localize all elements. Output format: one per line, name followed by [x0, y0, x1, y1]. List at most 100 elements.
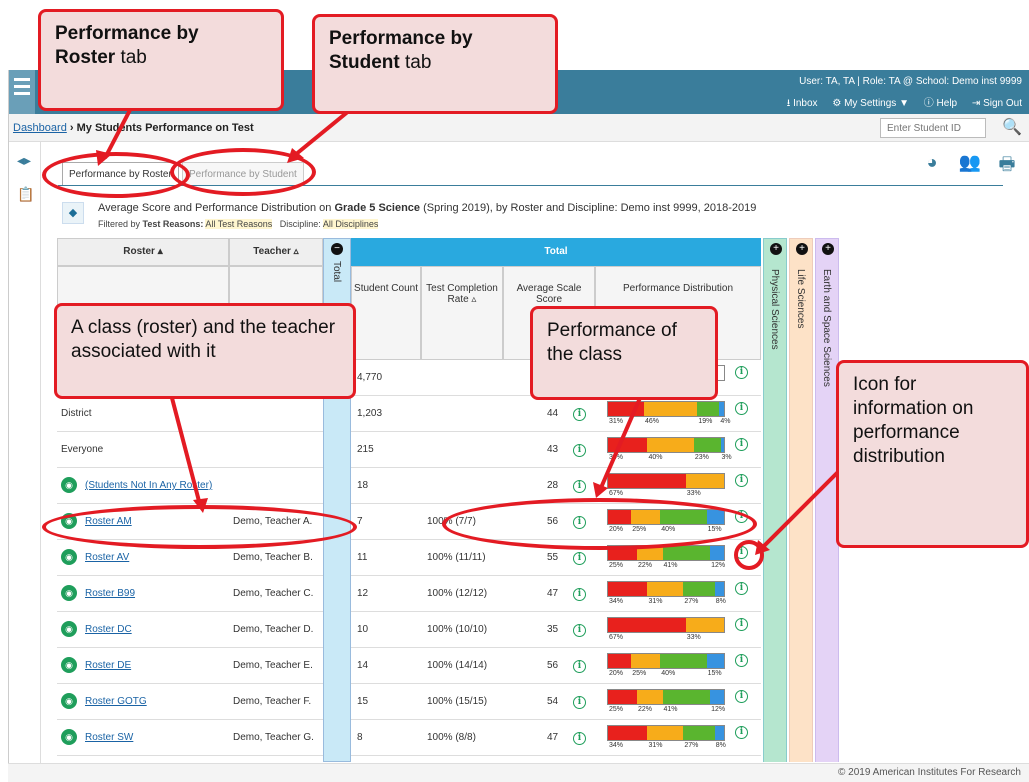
- student-count-header[interactable]: Student Count: [351, 266, 421, 360]
- distribution-bar[interactable]: [607, 689, 725, 705]
- roster-report-icon[interactable]: ◉: [61, 657, 77, 674]
- avg-info-icon[interactable]: i: [573, 624, 586, 637]
- expand-collapse-icon[interactable]: ◂▸: [17, 152, 31, 169]
- student-count-cell: 11: [351, 540, 421, 576]
- avg-info-icon[interactable]: i: [573, 696, 586, 709]
- distribution-label: 41%: [663, 706, 678, 713]
- completion-cell: 100% (11/11): [421, 540, 503, 576]
- completion-header[interactable]: Test Completion Rate ▵: [421, 266, 503, 360]
- print-icon[interactable]: 🖶: [993, 152, 1021, 178]
- distribution-label: 34%: [609, 454, 624, 461]
- distribution-segment: [647, 582, 684, 596]
- avg-info-icon[interactable]: i: [573, 588, 586, 601]
- distribution-segment: [706, 654, 724, 668]
- student-count-cell: 14: [351, 648, 421, 684]
- avg-score-cell: 56 i: [503, 648, 595, 684]
- band-physical-sciences[interactable]: + Physical Sciences: [763, 238, 787, 762]
- expand-life-icon[interactable]: +: [796, 243, 808, 255]
- roster-report-icon[interactable]: ◉: [61, 477, 77, 494]
- avg-info-icon[interactable]: i: [573, 552, 586, 565]
- distribution-bar[interactable]: [607, 437, 725, 453]
- distribution-info-icon[interactable]: i: [735, 402, 748, 415]
- teacher-cell: [229, 468, 323, 504]
- sign-out-link[interactable]: ⇥ Sign Out: [972, 98, 1022, 109]
- roster-cell[interactable]: ◉ (Students Not In Any Roster): [57, 468, 229, 504]
- roster-cell[interactable]: ◉ Roster DC: [57, 612, 229, 648]
- roster-report-icon[interactable]: ◉: [61, 585, 77, 602]
- distribution-info-icon[interactable]: i: [735, 366, 748, 379]
- distribution-label: 33%: [686, 490, 701, 497]
- roster-cell[interactable]: ◉ Roster DE: [57, 648, 229, 684]
- student-count-cell: 215: [351, 432, 421, 468]
- distribution-cell: 31% 46% 19% 4% i: [595, 396, 761, 432]
- avg-score-cell: 54 i: [503, 684, 595, 720]
- distribution-info-icon[interactable]: i: [735, 438, 748, 451]
- settings-link[interactable]: ⚙ My Settings ▼: [832, 98, 909, 109]
- roster-header[interactable]: Roster ▴: [57, 238, 229, 266]
- distribution-info-icon[interactable]: i: [735, 582, 748, 595]
- completion-cell: [421, 396, 503, 432]
- student-tab-highlight: [170, 148, 316, 196]
- distribution-segment: [647, 438, 694, 452]
- distribution-segment: [719, 402, 724, 416]
- callout-performance: Performance of the class: [530, 306, 718, 400]
- search-icon[interactable]: 🔍: [1002, 117, 1022, 137]
- distribution-label: 8%: [715, 742, 726, 749]
- roster-report-icon[interactable]: ◉: [61, 729, 77, 746]
- distribution-segment: [697, 402, 720, 416]
- total-group-header: Total: [351, 238, 761, 266]
- roster-cell[interactable]: ◉ Roster GOTG: [57, 684, 229, 720]
- performance-highlight: [442, 498, 757, 550]
- distribution-info-icon[interactable]: i: [735, 654, 748, 667]
- distribution-segment: [660, 654, 707, 668]
- roster-cell: Everyone: [57, 432, 229, 468]
- pie-chart-icon[interactable]: ◕: [918, 152, 946, 178]
- student-count-cell: 18: [351, 468, 421, 504]
- avg-info-icon[interactable]: i: [573, 408, 586, 421]
- avg-info-icon[interactable]: i: [573, 444, 586, 457]
- roster-report-icon[interactable]: ◉: [61, 621, 77, 638]
- distribution-segment: [631, 654, 661, 668]
- roster-report-icon[interactable]: ◉: [61, 693, 77, 710]
- distribution-info-icon[interactable]: i: [735, 618, 748, 631]
- users-icon[interactable]: 👥: [956, 152, 984, 178]
- student-count-cell: 7: [351, 504, 421, 540]
- band-life-sciences[interactable]: + Life Sciences: [789, 238, 813, 762]
- distribution-label: 19%: [698, 418, 713, 425]
- help-link[interactable]: ⓘ Help: [924, 98, 957, 109]
- teacher-cell: [229, 432, 323, 468]
- distribution-bar[interactable]: [607, 725, 725, 741]
- roster-report-icon[interactable]: ◉: [61, 549, 77, 566]
- distribution-bar[interactable]: [607, 653, 725, 669]
- distribution-bar[interactable]: [607, 617, 725, 633]
- distribution-bar[interactable]: [607, 473, 725, 489]
- distribution-info-icon[interactable]: i: [735, 690, 748, 703]
- distribution-bar[interactable]: [607, 581, 725, 597]
- roster-cell[interactable]: ◉ Roster SW: [57, 720, 229, 756]
- distribution-bar[interactable]: [607, 401, 725, 417]
- avg-info-icon[interactable]: i: [573, 732, 586, 745]
- user-info: User: TA, TA | Role: TA @ School: Demo i…: [799, 76, 1022, 87]
- teacher-cell: Demo, Teacher E.: [229, 648, 323, 684]
- avg-info-icon[interactable]: i: [573, 480, 586, 493]
- distribution-info-icon[interactable]: i: [735, 726, 748, 739]
- distribution-label: 40%: [648, 454, 663, 461]
- expand-earth-icon[interactable]: +: [822, 243, 834, 255]
- avg-score-cell: 47 i: [503, 720, 595, 756]
- distribution-info-icon[interactable]: i: [735, 474, 748, 487]
- distribution-label: 25%: [609, 706, 624, 713]
- completion-cell: 100% (15/15): [421, 684, 503, 720]
- roster-cell[interactable]: ◉ Roster B99: [57, 576, 229, 612]
- breadcrumb-dashboard-link[interactable]: Dashboard: [13, 122, 67, 134]
- completion-cell: 100% (14/14): [421, 648, 503, 684]
- distribution-segment: [714, 582, 724, 596]
- avg-info-icon[interactable]: i: [573, 660, 586, 673]
- clipboard-icon[interactable]: 📋: [17, 186, 34, 203]
- inbox-link[interactable]: ⭳ Inbox: [787, 98, 818, 109]
- student-id-input[interactable]: [880, 118, 986, 138]
- student-count-cell: 15: [351, 684, 421, 720]
- collapse-total-icon[interactable]: −: [331, 243, 343, 255]
- left-rail: ◂▸ 📋: [9, 142, 41, 782]
- expand-physical-icon[interactable]: +: [770, 243, 782, 255]
- teacher-header[interactable]: Teacher ▵: [229, 238, 323, 266]
